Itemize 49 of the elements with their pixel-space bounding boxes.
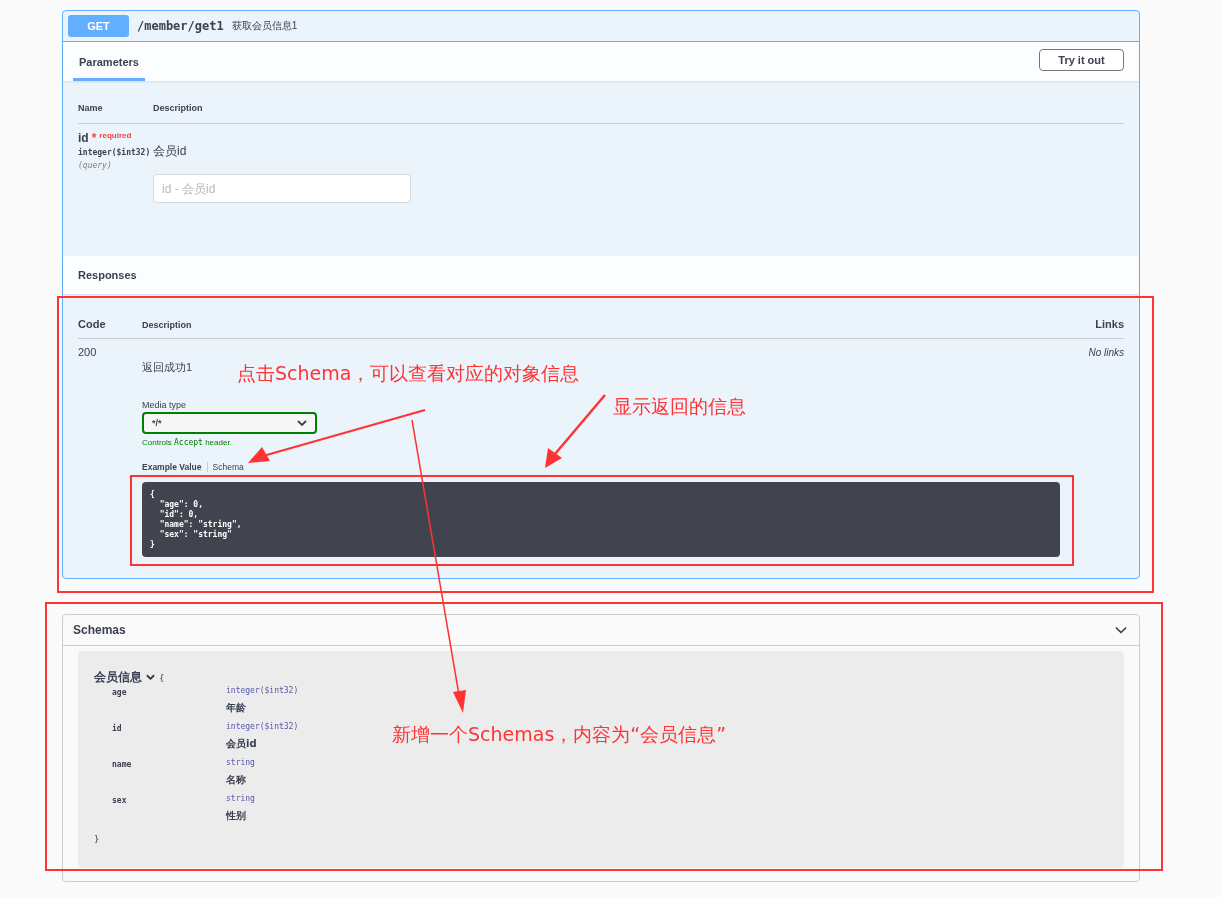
required-mark: * [91,131,97,145]
example-code-block: { "age": 0, "id": 0, "name": "string", "sex": "string" } [142,482,1060,557]
media-type-hint: Controls Accept header. [142,438,233,447]
annotation-note: 点击Schema，可以查看对应的对象信息 [237,361,580,386]
method-badge: GET [68,15,129,37]
model-name[interactable]: 会员信息 [94,669,142,686]
property-name: name [112,759,133,771]
endpoint-path: /member/get1 [137,19,224,33]
media-type-label: Media type [142,400,187,410]
annotation-note: 显示返回的信息 [613,394,746,419]
column-header: Description [142,320,193,330]
schema-tab[interactable]: Schema [206,462,249,472]
open-brace: { [159,672,165,683]
chevron-down-icon[interactable] [146,674,155,681]
response-code: 200 [78,346,98,358]
responses-heading: Responses [63,256,1139,294]
property-name: age [112,687,128,699]
property-type: string [226,794,255,803]
property-description: 性别 [226,809,246,823]
parameter-name: id [78,131,89,145]
property-name: id [112,722,123,735]
parameter-location: (query) [78,161,113,170]
annotation-note: 新增一个Schemas，内容为“会员信息” [392,722,726,747]
required-label: required [99,131,132,140]
column-header: Links [1094,318,1124,330]
schemas-heading: Schemas [73,623,126,637]
column-header: Description [153,103,203,113]
parameter-description: 会员id [153,143,188,160]
property-description: 名称 [226,773,246,787]
example-value-tab[interactable]: Example Value [142,462,207,472]
column-header: Code [78,318,107,330]
response-description: 返回成功1 [142,360,193,375]
parameters-tab[interactable]: Parameters [73,56,145,81]
property-type: integer($int32) [226,722,299,731]
parameter-type: integer($int32) [78,148,152,157]
property-type: string [226,758,255,767]
column-header: Name [78,103,104,113]
endpoint-summary: 获取会员信息1 [231,19,298,33]
property-type: integer($int32) [226,686,299,695]
property-name: sex [112,795,128,807]
chevron-down-icon [297,419,307,427]
property-description: 年龄 [226,701,246,715]
chevron-icon[interactable] [1113,624,1129,636]
parameter-input[interactable]: id - 会员id [153,174,411,203]
close-brace: } [94,834,101,844]
try-it-out-button[interactable]: Try it out [1039,48,1124,71]
property-description: 会员id [226,737,257,751]
links-text: No links [1088,347,1124,360]
media-type-select[interactable]: */* [142,412,317,434]
